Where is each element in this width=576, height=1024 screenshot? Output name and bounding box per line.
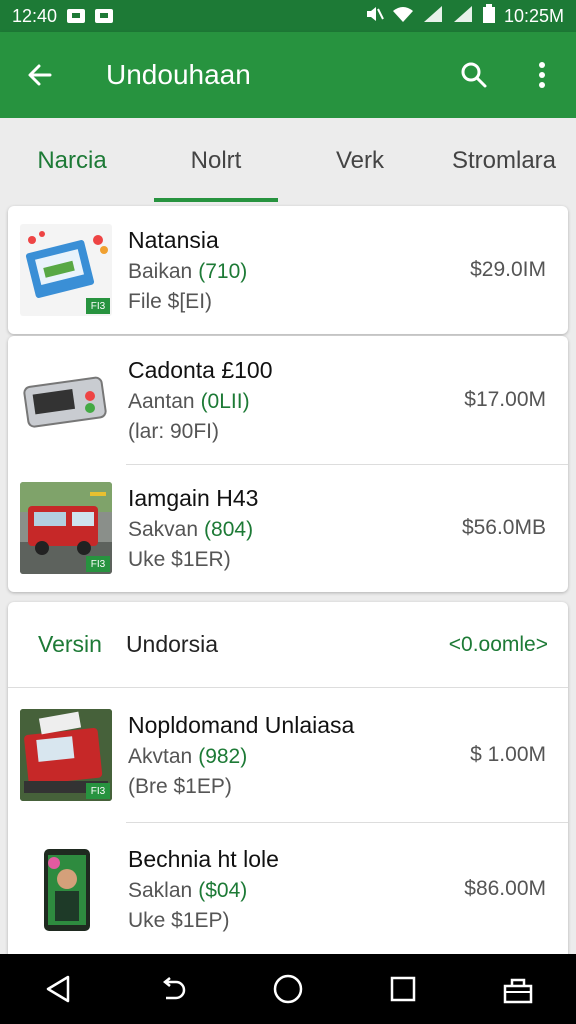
- item-sub: Saklan ($04): [128, 878, 248, 902]
- item-badge: FI3: [86, 556, 110, 572]
- overflow-menu-button[interactable]: [508, 32, 576, 118]
- search-icon: [461, 62, 487, 88]
- circle-home-icon: [273, 974, 303, 1004]
- item-badge: FI3: [86, 298, 110, 314]
- item-thumbnail: FI3: [20, 709, 112, 801]
- nav-home-button[interactable]: [258, 959, 318, 1019]
- status-time-left: 12:40: [12, 5, 58, 26]
- triangle-back-icon: [46, 975, 69, 1003]
- download-card-1: FI3 Natansia Baikan (710) File $[EI) $29.…: [8, 206, 568, 334]
- list-item[interactable]: Bechnia ht lole Saklan ($04) Uke $1EP) $8…: [8, 822, 568, 956]
- item-name: Natansia: [128, 226, 219, 253]
- more-vert-icon: [539, 62, 545, 88]
- item-name: Nopldomand Unlaiasa: [128, 711, 355, 738]
- item-file: (lar: 90FI): [128, 419, 220, 443]
- back-button[interactable]: [0, 32, 80, 118]
- tab-stromlara[interactable]: Stromlara: [432, 118, 576, 204]
- wifi-icon: [392, 5, 414, 28]
- tray-icon: [504, 978, 533, 1004]
- nav-undo-button[interactable]: [143, 959, 203, 1019]
- tab-bar: Narcia Nolrt Verk Stromlara: [0, 118, 576, 204]
- section-label: Versin: [38, 631, 102, 657]
- status-bar: 12:40 10:25M: [0, 0, 576, 32]
- item-size: $29.0IM: [470, 258, 546, 281]
- item-thumbnail: [20, 843, 112, 935]
- section-title: Undorsia: [125, 631, 218, 657]
- notification-icon: [67, 9, 86, 23]
- arrow-back-icon: [28, 64, 52, 86]
- list-item[interactable]: FI3 Iamgain H43 Sakvan (804) Uke $1ER) $5…: [8, 464, 568, 592]
- list-item[interactable]: FI3 Natansia Baikan (710) File $[EI) $29.…: [8, 206, 568, 334]
- section-header: Versin Undorsia <0.oomle>: [8, 602, 568, 688]
- section-more-link[interactable]: <0.oomle>: [449, 633, 548, 657]
- mute-icon: [364, 5, 384, 28]
- item-thumbnail: FI3: [20, 224, 112, 316]
- tab-nolrt[interactable]: Nolrt: [144, 118, 288, 204]
- item-size: $56.0MB: [461, 516, 546, 539]
- item-size: $86.00M: [464, 877, 546, 900]
- item-file: Uke $1EP): [128, 908, 230, 932]
- item-size: $ 1.00M: [470, 743, 546, 766]
- item-name: Bechnia ht lole: [128, 845, 279, 872]
- item-sub: Sakvan (804): [128, 517, 254, 541]
- item-file: Uke $1ER): [128, 547, 231, 571]
- tab-verk[interactable]: Verk: [288, 118, 432, 204]
- divider: [126, 464, 568, 465]
- item-thumbnail: [20, 354, 112, 446]
- nav-back-button[interactable]: [28, 959, 88, 1019]
- message-icon: [95, 9, 114, 23]
- search-button[interactable]: [440, 32, 508, 118]
- square-recents-icon: [390, 976, 416, 1002]
- tab-narcia[interactable]: Narcia: [0, 118, 144, 204]
- system-nav-bar: [0, 954, 576, 1024]
- item-name: Cadonta £100: [128, 356, 273, 383]
- divider: [126, 822, 568, 823]
- nav-recents-button[interactable]: [373, 959, 433, 1019]
- item-name: Iamgain H43: [128, 484, 259, 511]
- section-card: Versin Undorsia <0.oomle> FI3 Nopldomand…: [8, 602, 568, 962]
- item-sub: Baikan (710): [128, 259, 248, 283]
- signal-icon: [422, 5, 444, 28]
- nav-extra-button[interactable]: [488, 959, 548, 1019]
- battery-icon: [482, 3, 496, 29]
- undo-icon: [162, 977, 185, 1000]
- item-sub: Akvtan (982): [128, 744, 248, 768]
- list-item[interactable]: FI3 Nopldomand Unlaiasa Akvtan (982) (Bre…: [8, 688, 568, 822]
- item-badge: FI3: [86, 783, 110, 799]
- app-bar: Undouhaan: [0, 32, 576, 118]
- list-item[interactable]: Cadonta £100 Aantan (0LII) (lar: 90FI) $1…: [8, 336, 568, 464]
- download-card-2: Cadonta £100 Aantan (0LII) (lar: 90FI) $1…: [8, 336, 568, 592]
- item-file: (Bre $1EP): [128, 774, 232, 798]
- item-sub: Aantan (0LII): [128, 389, 250, 413]
- item-thumbnail: FI3: [20, 482, 112, 574]
- status-time-right: 10:25M: [503, 5, 564, 26]
- signal-icon-2: [452, 5, 474, 28]
- item-size: $17.00M: [464, 388, 546, 411]
- page-title: Undouhaan: [106, 59, 251, 90]
- item-file: File $[EI): [128, 289, 213, 313]
